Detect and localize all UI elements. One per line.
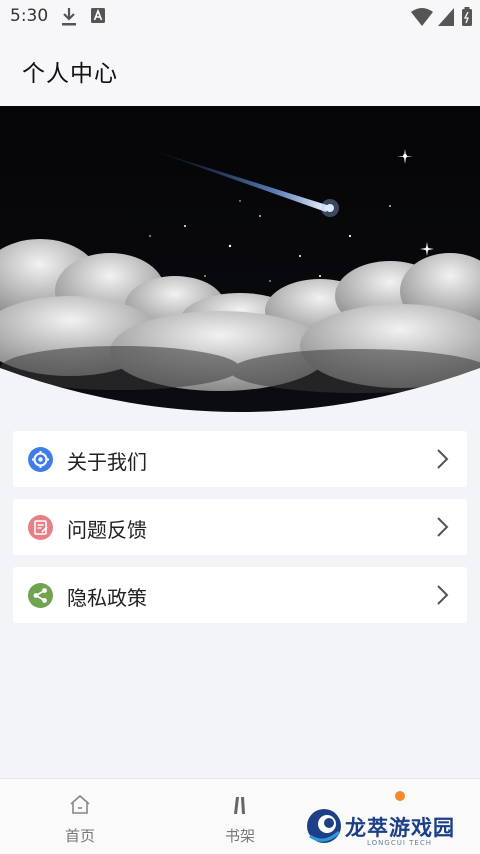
chevron-right-icon bbox=[435, 448, 449, 474]
page-title: 个人中心 bbox=[22, 61, 118, 87]
tab-home[interactable]: 首页 bbox=[0, 779, 160, 854]
chevron-right-icon bbox=[435, 584, 449, 610]
logo-emblem-icon bbox=[305, 806, 343, 850]
share-icon bbox=[28, 583, 53, 608]
home-icon bbox=[68, 793, 92, 821]
menu-item-label: 隐私政策 bbox=[67, 586, 147, 610]
title-bar: 个人中心 bbox=[0, 34, 480, 106]
menu-item-label: 问题反馈 bbox=[67, 518, 147, 542]
download-icon bbox=[60, 7, 78, 31]
chevron-right-icon bbox=[435, 516, 449, 542]
status-bar: 5:30 bbox=[0, 0, 480, 34]
signal-icon bbox=[437, 7, 455, 31]
watermark-subtitle: LONGCUI TECH bbox=[367, 839, 432, 847]
wifi-icon bbox=[410, 7, 434, 31]
a-badge-icon bbox=[90, 7, 106, 29]
tab-label: 首页 bbox=[64, 827, 95, 845]
menu-item-privacy-policy[interactable]: 隐私政策 bbox=[13, 567, 467, 623]
menu-item-label: 关于我们 bbox=[67, 450, 147, 474]
status-time: 5:30 bbox=[10, 6, 49, 26]
battery-icon bbox=[461, 7, 473, 31]
tab-bookshelf[interactable]: 书架 bbox=[160, 779, 320, 854]
watermark-name: 龙萃游戏园 bbox=[345, 816, 455, 840]
watermark-logo: 龙萃游戏园 LONGCUI TECH bbox=[305, 798, 480, 854]
tab-label: 书架 bbox=[224, 827, 255, 845]
menu-item-feedback[interactable]: 问题反馈 bbox=[13, 499, 467, 555]
menu-item-about-us[interactable]: 关于我们 bbox=[13, 431, 467, 487]
bookshelf-icon bbox=[228, 793, 252, 821]
hero-banner-image bbox=[0, 106, 480, 416]
gear-icon bbox=[28, 447, 53, 472]
edit-note-icon bbox=[28, 515, 53, 540]
